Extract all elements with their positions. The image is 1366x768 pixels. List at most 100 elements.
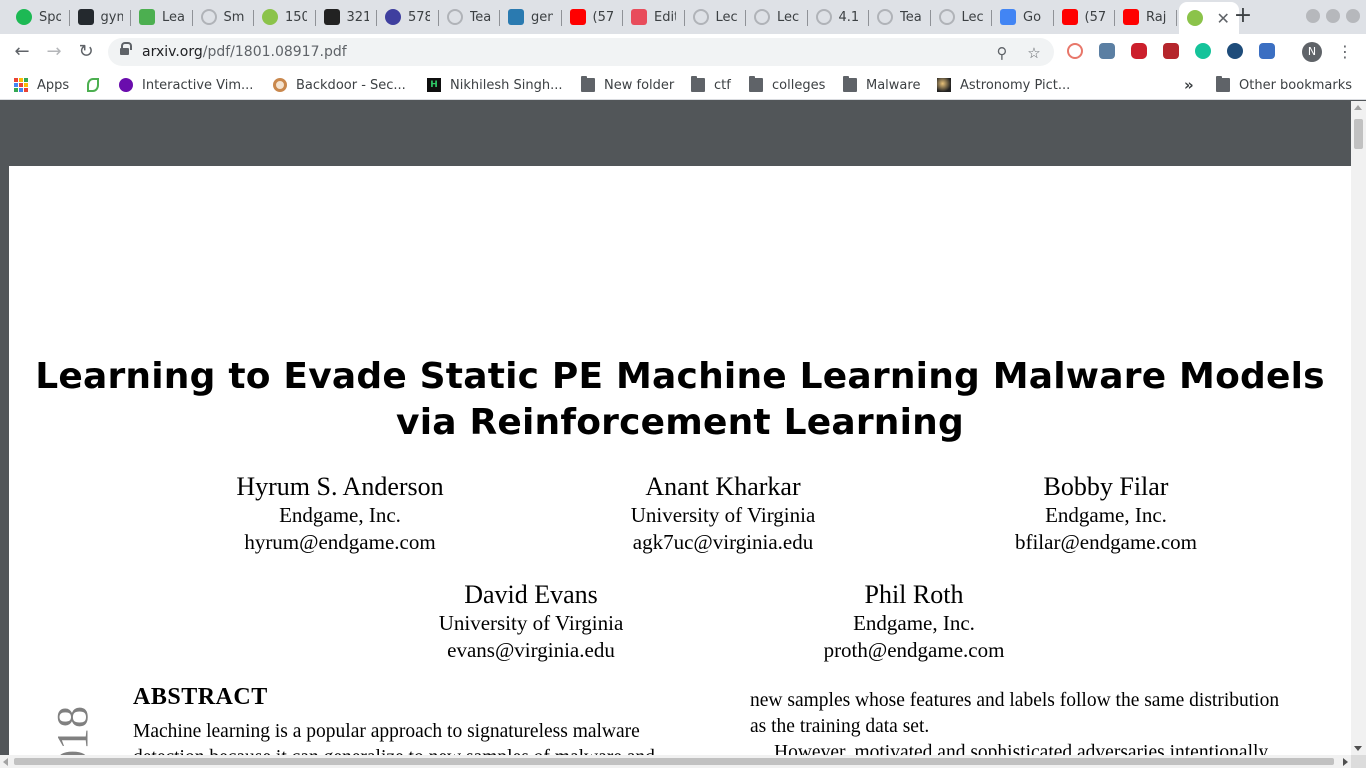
- extension-3-icon[interactable]: [1131, 43, 1147, 59]
- arxiv-side-stamp: 2018: [48, 706, 97, 755]
- tab[interactable]: Lec: [746, 4, 808, 30]
- tab-title: Lec: [715, 9, 738, 25]
- bookmark-colleges[interactable]: colleges: [749, 76, 825, 94]
- bookmark-interactive-vim[interactable]: Interactive Vim...: [119, 76, 253, 94]
- tab-title: 321: [346, 9, 369, 25]
- bookmark-label: Nikhilesh Singh...: [450, 77, 563, 93]
- scroll-down-arrow-icon[interactable]: [1354, 746, 1362, 751]
- tab[interactable]: Team: [439, 4, 500, 30]
- youtube-icon: [1061, 9, 1078, 25]
- bookmark-ctf[interactable]: ctf: [691, 76, 731, 94]
- browser-toolbar: ← → ↻ arxiv.org/pdf/1801.08917.pdf ⚲ ☆ N…: [0, 34, 1366, 70]
- youtube-icon: [1123, 9, 1139, 25]
- bookmark-malware[interactable]: Malware: [843, 76, 920, 94]
- scroll-right-arrow-icon[interactable]: [1343, 758, 1348, 766]
- apps-grid-icon: [14, 78, 28, 92]
- tab-title: Team: [469, 9, 492, 25]
- close-window-button[interactable]: [1346, 9, 1360, 23]
- vim-icon: [119, 78, 133, 92]
- right-column-text: new samples whose features and labels fo…: [750, 688, 1279, 755]
- tab[interactable]: Spotify: [8, 4, 70, 30]
- bookmark-astronomy[interactable]: Astronomy Pict...: [937, 76, 1070, 94]
- author-block: David Evans University of Virginia evans…: [366, 580, 696, 664]
- tab[interactable]: 578: [377, 4, 439, 30]
- zoom-icon[interactable]: ⚲: [993, 44, 1011, 62]
- tab-title: gen: [531, 9, 553, 25]
- new-tab-button[interactable]: +: [1232, 5, 1254, 27]
- tab[interactable]: Go: [992, 4, 1054, 30]
- smiley-icon: [262, 9, 278, 25]
- bookmark-new-folder[interactable]: New folder: [581, 76, 674, 94]
- tab[interactable]: gym: [70, 4, 131, 30]
- spotify-icon: [16, 9, 32, 25]
- extension-7-icon[interactable]: [1259, 43, 1275, 59]
- extension-2-icon[interactable]: [1099, 43, 1115, 59]
- scroll-up-arrow-icon[interactable]: [1354, 105, 1362, 110]
- tab[interactable]: Edit: [623, 4, 685, 30]
- tab[interactable]: Learn: [131, 4, 193, 30]
- back-button[interactable]: ←: [10, 40, 34, 64]
- scroll-left-arrow-icon[interactable]: [3, 758, 8, 766]
- tab[interactable]: gen: [500, 4, 562, 30]
- author-block: Phil Roth Endgame, Inc. proth@endgame.co…: [749, 580, 1079, 664]
- grammarly-icon[interactable]: [1195, 43, 1211, 59]
- bookmark-apps[interactable]: Apps: [14, 76, 69, 94]
- forward-button[interactable]: →: [42, 40, 66, 64]
- bookmark-backdoor[interactable]: Backdoor - Sec...: [273, 76, 406, 94]
- tab-title: Raj: [1146, 9, 1167, 25]
- tab[interactable]: Raj: [1115, 4, 1177, 30]
- chevron-double-right-icon: »: [1184, 76, 1194, 94]
- url-text[interactable]: arxiv.org/pdf/1801.08917.pdf: [142, 44, 347, 60]
- tab-title: 578: [408, 9, 430, 25]
- tab[interactable]: (57: [1054, 4, 1115, 30]
- bookmarks-overflow-button[interactable]: »: [1184, 76, 1194, 94]
- reload-button[interactable]: ↻: [74, 40, 98, 64]
- google-docs-icon: [1000, 9, 1016, 25]
- tab[interactable]: Lec: [931, 4, 992, 30]
- tab[interactable]: Lec: [685, 4, 746, 30]
- star-icon[interactable]: ☆: [1025, 44, 1043, 62]
- body-line: new samples whose features and labels fo…: [750, 690, 1280, 711]
- extension-4-icon[interactable]: [1163, 43, 1179, 59]
- menu-icon[interactable]: ⋮: [1337, 41, 1353, 63]
- tab[interactable]: 321: [316, 4, 377, 30]
- bookmark-label: colleges: [772, 77, 826, 93]
- bookmark-leaf[interactable]: [87, 76, 108, 94]
- other-bookmarks[interactable]: Other bookmarks: [1216, 76, 1352, 94]
- author-name: Anant Kharkar: [645, 472, 801, 501]
- url-host: arxiv.org: [142, 44, 203, 60]
- github-icon: [754, 9, 770, 25]
- extension-1-icon[interactable]: [1067, 43, 1083, 59]
- tab[interactable]: 150: [254, 4, 316, 30]
- pdf-viewer[interactable]: Learning to Evade Static PE Machine Lear…: [0, 101, 1351, 755]
- vertical-scrollbar[interactable]: [1351, 101, 1366, 755]
- close-tab-icon[interactable]: ✕: [1217, 9, 1230, 28]
- folder-icon: [1216, 76, 1230, 92]
- gear-icon: [323, 9, 340, 25]
- tab-separator: [1175, 10, 1177, 26]
- profile-avatar[interactable]: N: [1302, 42, 1322, 62]
- bookmark-nikhilesh[interactable]: H Nikhilesh Singh...: [427, 76, 562, 94]
- horizontal-scrollbar[interactable]: [0, 755, 1351, 768]
- smiley-icon: [1186, 10, 1203, 26]
- bookmark-label: ctf: [714, 77, 731, 93]
- scrollbar-thumb[interactable]: [1354, 119, 1363, 149]
- tab[interactable]: 4.1: [808, 4, 869, 30]
- author-affiliation: University of Virginia: [438, 611, 624, 635]
- extension-6-icon[interactable]: [1227, 43, 1243, 59]
- github-icon: [938, 9, 955, 25]
- tab[interactable]: Tea: [869, 4, 931, 30]
- tab-title: 4.1: [838, 9, 860, 25]
- author-affiliation: Endgame, Inc.: [279, 503, 401, 527]
- active-tab[interactable]: ✕: [1178, 2, 1239, 34]
- minimize-window-button[interactable]: [1306, 9, 1320, 23]
- tab[interactable]: (57: [562, 4, 623, 30]
- tab[interactable]: Sm: [193, 4, 254, 30]
- author-block: Anant Kharkar University of Virginia agk…: [558, 472, 888, 556]
- tab-title: Sm: [223, 9, 245, 25]
- abstract-heading: ABSTRACT: [133, 684, 268, 710]
- address-bar[interactable]: arxiv.org/pdf/1801.08917.pdf ⚲ ☆: [108, 38, 1054, 66]
- maximize-window-button[interactable]: [1326, 9, 1340, 23]
- scrollbar-thumb[interactable]: [14, 758, 1334, 765]
- tab-title: 150: [285, 9, 307, 25]
